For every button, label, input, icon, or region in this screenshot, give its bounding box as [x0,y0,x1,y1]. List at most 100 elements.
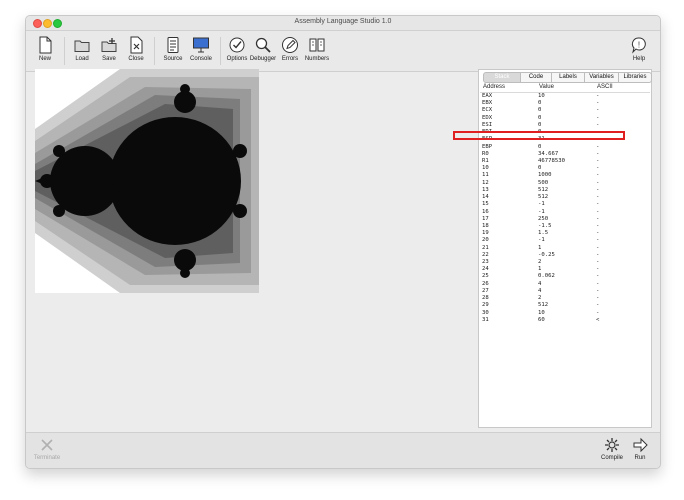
stack-row[interactable]: EBP 0 - [480,144,650,151]
stack-address-cell: 28 [482,295,489,302]
stack-row[interactable]: EDX 0 - [480,115,650,122]
stack-row[interactable]: 29 512 - [480,302,650,309]
stack-row[interactable]: 14 512 - [480,194,650,201]
source-button[interactable]: Source [158,34,188,70]
stack-value-cell: 2 [538,295,542,302]
ascii-column-header[interactable]: ASCII [597,84,613,90]
stack-address-cell: 31 [482,316,489,323]
new-document-icon [39,36,52,54]
stack-address-cell: EDX [482,114,493,121]
stack-ascii-cell: - [596,107,600,114]
compile-label: Compile [600,455,623,461]
numbers-label: Numbers [304,56,330,62]
new-button[interactable]: New [30,34,60,70]
stack-row[interactable]: 18 -1.5 - [480,223,650,230]
stack-row[interactable]: 24 1 - [480,266,650,273]
checkmark-circle-icon [229,37,245,53]
stack-value-cell: 4 [538,280,542,287]
value-column-header[interactable]: Value [539,84,554,90]
stack-value-cell: 46778530 [538,157,565,164]
stack-row[interactable]: 30 10 - [480,310,650,317]
stack-address-cell: 13 [482,186,489,193]
stack-value-cell: 4 [538,287,542,294]
stack-ascii-cell: - [596,259,600,266]
debugger-label: Debugger [249,56,277,62]
stack-ascii-cell: - [596,201,600,208]
stack-ascii-cell: - [596,165,600,172]
address-column-header[interactable]: Address [483,84,505,90]
stack-row[interactable]: 28 2 - [480,295,650,302]
stack-address-cell: 12 [482,179,489,186]
stack-address-cell: 19 [482,230,489,237]
compile-button[interactable]: Compile [598,437,626,461]
stack-value-cell: -1 [538,237,545,244]
stack-table-body: EAX 10- EBX 0- ECX 0- EDX 0- ESI 0- EDI 0- ESP 31- EBP… [480,93,650,324]
magnifier-icon [255,37,271,53]
inspector-tabs: Stack Code Labels Variables Libraries [483,72,652,83]
stack-value-cell: 1 [538,266,542,273]
stack-row[interactable]: 12 500 - [480,180,650,187]
stack-value-cell: 10 [538,309,545,316]
stack-address-cell: 21 [482,244,489,251]
tab-labels[interactable]: Labels [552,72,585,83]
stack-row[interactable]: 10 0 - [480,165,650,172]
stack-row[interactable]: 26 4 - [480,281,650,288]
numbers-button[interactable]: Numbers [302,34,332,70]
folder-icon [74,40,90,52]
stack-row[interactable]: 21 1 - [480,245,650,252]
stack-address-cell: R1 [482,157,489,164]
stack-value-cell: -1.5 [538,222,552,229]
stack-value-cell: 512 [538,194,549,201]
stack-row[interactable]: 17 250 - [480,216,650,223]
tab-stack[interactable]: Stack [483,72,521,83]
stack-address-cell: 16 [482,208,489,215]
stack-row[interactable]: R1 46778530 - [480,158,650,165]
stack-ascii-cell: - [596,208,600,215]
save-button[interactable]: Save [94,34,124,70]
close-button[interactable]: Close [121,34,151,70]
source-label: Source [163,56,183,62]
toolbar-divider [220,37,221,65]
tab-variables[interactable]: Variables [585,72,619,83]
stack-ascii-cell: - [596,244,600,251]
load-button[interactable]: Load [67,34,97,70]
tab-libraries[interactable]: Libraries [619,72,652,83]
stack-row[interactable]: 20 -1 - [480,237,650,244]
console-button[interactable]: Console [186,34,216,70]
stack-value-cell: 0.062 [538,273,555,280]
mandelbrot-image [35,69,259,293]
inspector-panel: Stack Code Labels Variables Libraries Ad… [478,69,652,428]
stack-ascii-cell: - [596,172,600,179]
stack-ascii-cell: - [596,273,600,280]
debugger-button[interactable]: Debugger [248,34,278,70]
stack-row[interactable]: 23 2 - [480,259,650,266]
stack-ascii-cell: - [596,295,600,302]
save-label: Save [102,56,116,62]
stack-row[interactable]: EAX 10 - [480,93,650,100]
help-button[interactable]: ! Help [624,34,654,70]
stack-row[interactable]: 11 1000 - [480,172,650,179]
errors-label: Errors [281,56,299,62]
stack-row[interactable]: 19 1.5 - [480,230,650,237]
stack-address-cell: 15 [482,201,489,208]
run-button[interactable]: Run [628,437,652,461]
stack-row[interactable]: ECX 0 - [480,107,650,114]
window-title: Assembly Language Studio 1.0 [294,18,392,25]
help-bubble-icon: ! [632,37,646,54]
errors-button[interactable]: Errors [275,34,305,70]
toolbar-divider [64,37,65,65]
stack-row[interactable]: 27 4 - [480,288,650,295]
stack-row[interactable]: 16 -1 - [480,209,650,216]
stack-row[interactable]: EBX 0 - [480,100,650,107]
tab-code[interactable]: Code [521,72,552,83]
stack-row[interactable]: ESI 0 - [480,122,650,129]
stack-row[interactable]: 22 -0.25 - [480,252,650,259]
stack-row[interactable]: 31 60 < [480,317,650,324]
stack-row[interactable]: 13 512 - [480,187,650,194]
stack-value-cell: 250 [538,215,549,222]
terminate-button[interactable]: Terminate [32,437,62,461]
stack-row[interactable]: R0 34.667 - [480,151,650,158]
stack-row[interactable]: 25 0.062 - [480,273,650,280]
stack-row[interactable]: 15 -1 - [480,201,650,208]
stack-value-cell: 512 [538,302,549,309]
